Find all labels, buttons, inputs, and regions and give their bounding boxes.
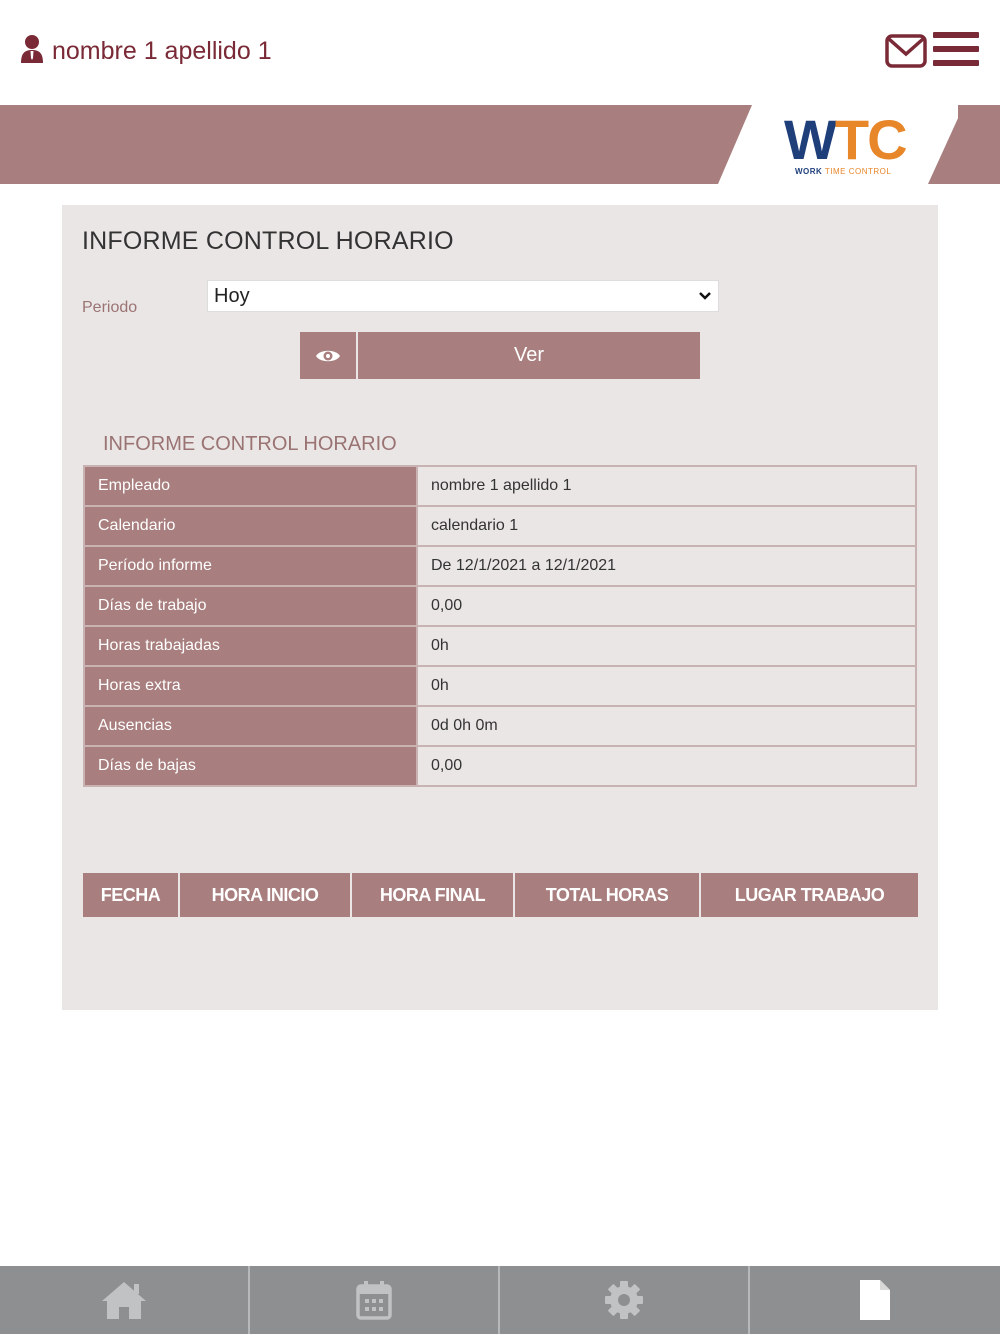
user-info[interactable]: nombre 1 apellido 1 <box>20 34 272 69</box>
summary-row-value: 0,00 <box>416 745 917 787</box>
top-bar: nombre 1 apellido 1 <box>0 0 1000 105</box>
summary-row-label: Días de bajas <box>83 745 418 787</box>
summary-row: Días de trabajo 0,00 <box>83 585 917 627</box>
user-icon <box>20 34 44 69</box>
brand-band: WTC WORK TIME CONTROL <box>0 105 1000 184</box>
user-name: nombre 1 apellido 1 <box>52 37 272 65</box>
column-header[interactable]: FECHA <box>83 873 180 917</box>
summary-row-label: Ausencias <box>83 705 418 747</box>
column-header[interactable]: LUGAR TRABAJO <box>701 873 918 917</box>
summary-row-value: 0d 0h 0m <box>416 705 917 747</box>
summary-row-label: Período informe <box>83 545 418 587</box>
summary-row-value: nombre 1 apellido 1 <box>416 465 917 507</box>
summary-row-value: De 12/1/2021 a 12/1/2021 <box>416 545 917 587</box>
page-title: INFORME CONTROL HORARIO <box>82 227 454 255</box>
summary-row: Horas extra 0h <box>83 665 917 707</box>
column-header[interactable]: TOTAL HORAS <box>515 873 701 917</box>
summary-row: Empleado nombre 1 apellido 1 <box>83 465 917 507</box>
ver-button[interactable]: Ver <box>358 332 700 379</box>
summary-row-value: calendario 1 <box>416 505 917 547</box>
nav-home[interactable] <box>0 1266 250 1334</box>
bottom-nav <box>0 1266 1000 1334</box>
wtc-logo: WTC WORK TIME CONTROL <box>718 105 958 184</box>
mail-icon <box>885 34 927 68</box>
nav-reports[interactable] <box>750 1266 1000 1334</box>
report-panel: INFORME CONTROL HORARIO Periodo Hoy Ver … <box>62 205 938 1010</box>
summary-row-label: Horas trabajadas <box>83 625 418 667</box>
report-summary-table: Empleado nombre 1 apellido 1 Calendario cal… <box>83 465 917 787</box>
summary-row-value: 0h <box>416 625 917 667</box>
periodo-select-value: Hoy <box>214 285 250 307</box>
summary-row-label: Calendario <box>83 505 418 547</box>
periodo-label: Periodo <box>82 299 138 316</box>
column-header[interactable]: HORA INICIO <box>180 873 352 917</box>
summary-row-value: 0,00 <box>416 585 917 627</box>
document-icon <box>860 1280 890 1320</box>
report-subtitle: INFORME CONTROL HORARIO <box>103 433 397 455</box>
summary-row-value: 0h <box>416 665 917 707</box>
summary-row-label: Días de trabajo <box>83 585 418 627</box>
summary-row: Horas trabajadas 0h <box>83 625 917 667</box>
nav-calendar[interactable] <box>250 1266 500 1334</box>
records-table-header: FECHA HORA INICIO HORA FINAL TOTAL HORAS LUG… <box>83 873 918 917</box>
eye-icon <box>316 350 340 361</box>
periodo-select[interactable]: Hoy <box>207 280 719 312</box>
mail-button[interactable] <box>885 34 927 68</box>
summary-row: Calendario calendario 1 <box>83 505 917 547</box>
gear-icon <box>605 1281 643 1319</box>
summary-row: Ausencias 0d 0h 0m <box>83 705 917 747</box>
chevron-down-icon <box>699 292 711 300</box>
summary-row: Período informe De 12/1/2021 a 12/1/2021 <box>83 545 917 587</box>
home-icon <box>102 1282 146 1319</box>
nav-settings[interactable] <box>500 1266 750 1334</box>
menu-button[interactable] <box>933 30 981 70</box>
summary-row-label: Empleado <box>83 465 418 507</box>
summary-row: Días de bajas 0,00 <box>83 745 917 787</box>
column-header[interactable]: HORA FINAL <box>352 873 515 917</box>
view-icon-button[interactable] <box>300 332 356 379</box>
calendar-icon <box>356 1281 392 1320</box>
summary-row-label: Horas extra <box>83 665 418 707</box>
